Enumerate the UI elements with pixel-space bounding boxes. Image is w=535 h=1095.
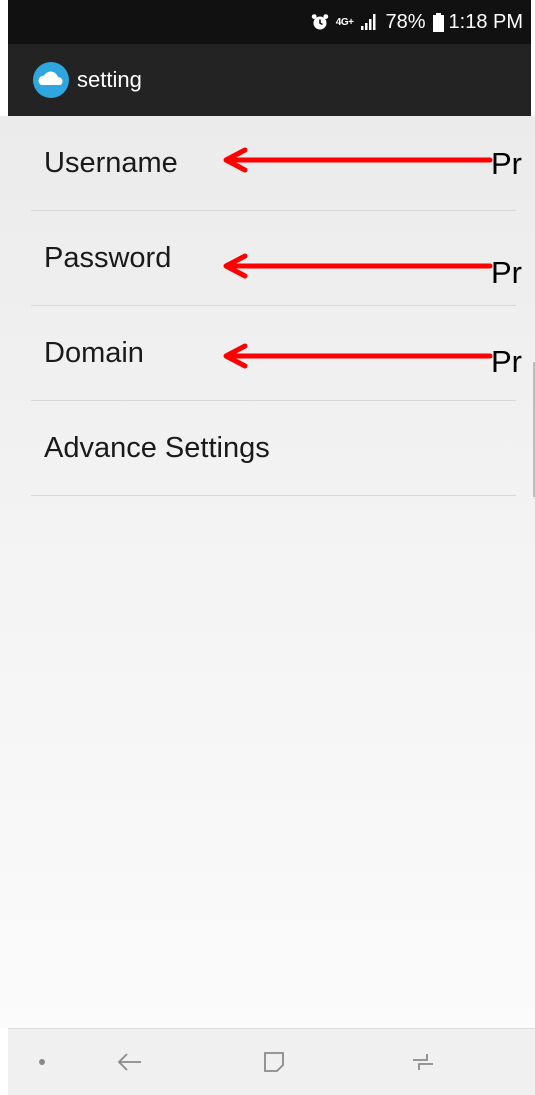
settings-item-username[interactable]: Username — [31, 116, 516, 211]
advance-settings-label: Advance Settings — [44, 431, 270, 464]
home-icon[interactable] — [256, 1029, 292, 1095]
recents-icon[interactable] — [405, 1029, 441, 1095]
alarm-icon — [311, 13, 329, 31]
dot-icon[interactable] — [32, 1029, 52, 1095]
app-title: setting — [77, 67, 142, 92]
network-type: 4G+ — [335, 16, 354, 28]
clock: 1:18 PM — [448, 10, 523, 33]
navigation-bar — [8, 1028, 535, 1095]
app-bar: setting — [8, 44, 531, 116]
battery-percent: 78% — [385, 10, 426, 33]
signal-icon — [360, 13, 378, 31]
annotation-label: Pr — [491, 146, 522, 181]
annotation-label: Pr — [491, 344, 522, 379]
cloud-icon — [32, 61, 70, 99]
settings-item-password[interactable]: Password — [31, 211, 516, 306]
username-label: Username — [44, 146, 178, 179]
status-bar: 4G+ 78% 1:18 PM — [8, 0, 531, 44]
annotation-label: Pr — [491, 255, 522, 290]
settings-item-domain[interactable]: Domain — [31, 306, 516, 401]
back-icon[interactable] — [112, 1029, 148, 1095]
settings-content: Username Password Domain Advance Setting… — [0, 116, 535, 1028]
battery-icon — [432, 12, 444, 32]
password-label: Password — [44, 241, 172, 274]
domain-label: Domain — [44, 336, 144, 369]
settings-item-advance-settings[interactable]: Advance Settings — [31, 401, 516, 496]
